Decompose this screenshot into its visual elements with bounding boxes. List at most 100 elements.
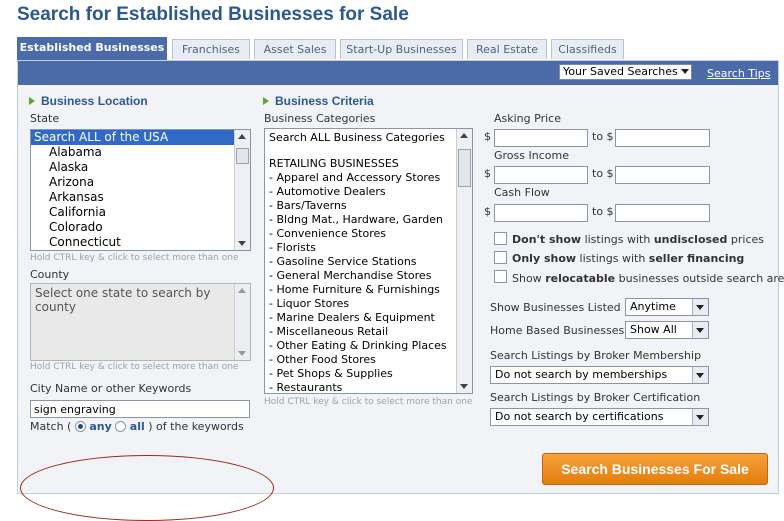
chevron-down-icon [692,322,708,338]
category-option[interactable]: - Bars/Taverns [265,199,472,213]
seller-financing-label[interactable]: Only show listings with seller financing [512,252,744,265]
category-option[interactable]: - Marine Dealers & Equipment [265,311,472,325]
category-option[interactable]: - Gasoline Service Stations [265,255,472,269]
search-businesses-button[interactable]: Search Businesses For Sale [542,453,768,485]
state-option[interactable]: Connecticut [31,235,250,250]
tab-real-estate[interactable]: Real Estate [467,39,547,59]
category-option[interactable]: Search ALL Business Categories [265,131,472,145]
saved-searches-select[interactable]: Your Saved Searches [559,64,692,80]
undisclosed-prices-label[interactable]: Don't show listings with undisclosed pri… [512,233,764,246]
business-criteria-heading: Business Criteria [263,94,374,108]
search-tips-link[interactable]: Search Tips [707,67,770,80]
relocatable-checkbox[interactable] [494,270,507,283]
business-location-heading-text: Business Location [41,94,148,108]
asking-price-max-input[interactable] [615,129,710,147]
asking-price-label: Asking Price [494,112,561,125]
county-scrollbar[interactable] [234,284,250,360]
listed-label: Show Businesses Listed [490,301,621,314]
state-listbox[interactable]: Search ALL of the USA Alabama Alaska Ari… [30,129,251,251]
keywords-input[interactable] [30,400,250,418]
match-all-label[interactable]: all [130,420,145,433]
state-option[interactable]: Colorado [31,220,250,235]
asking-price-min-input[interactable] [494,129,588,147]
listed-select[interactable]: Anytime [625,298,709,316]
state-option[interactable]: Alaska [31,160,250,175]
category-option[interactable]: - Pet Shops & Supplies [265,367,472,381]
scroll-thumb[interactable] [458,149,471,187]
match-any-label[interactable]: any [89,420,111,433]
scroll-thumb[interactable] [236,148,249,164]
categories-label: Business Categories [264,112,376,125]
match-prefix: Match ( [30,420,72,433]
listed-value: Anytime [630,300,676,313]
chevron-down-icon [692,367,708,383]
state-option[interactable]: Arizona [31,175,250,190]
undisclosed-prices-checkbox[interactable] [494,232,507,245]
state-scrollbar[interactable] [234,130,250,250]
tab-asset-sales[interactable]: Asset Sales [254,39,336,59]
certification-label: Search Listings by Broker Certification [490,391,701,404]
match-row: Match ( any all ) of the keywords [30,420,244,433]
tab-established-businesses[interactable]: Established Businesses [17,37,167,61]
category-option[interactable]: - Bldng Mat., Hardware, Garden [265,213,472,227]
category-option[interactable]: - Apparel and Accessory Stores [265,171,472,185]
home-based-select[interactable]: Show All [625,321,709,339]
scroll-up-icon [238,134,246,139]
category-option[interactable]: - Home Furniture & Furnishings [265,283,472,297]
chevron-down-icon [681,69,689,74]
seller-financing-checkbox[interactable] [494,251,507,264]
categories-listbox[interactable]: Search ALL Business Categories RETAILING… [264,128,473,394]
state-hint: Hold CTRL key & click to select more tha… [30,253,239,263]
to-label: to $ [592,130,614,143]
state-label: State [30,112,60,125]
home-based-value: Show All [630,323,677,336]
search-toolbar: Your Saved Searches Search Tips [18,61,778,85]
search-panel: Your Saved Searches Search Tips Business… [17,60,784,521]
county-listbox[interactable]: Select one state to search by county [30,283,251,361]
category-option[interactable]: - Miscellaneous Retail [265,325,472,339]
category-option[interactable]: - General Merchandise Stores [265,269,472,283]
business-criteria-heading-text: Business Criteria [275,94,374,108]
relocatable-label[interactable]: Show relocatable businesses outside sear… [512,272,784,285]
categories-scrollbar[interactable] [456,129,472,393]
chevron-down-icon [692,299,708,315]
tab-classifieds[interactable]: Classifieds [551,39,624,59]
county-hint: Hold CTRL key & click to select more tha… [30,362,239,372]
cash-flow-min-input[interactable] [494,204,588,222]
gross-income-max-input[interactable] [615,166,710,184]
certification-value: Do not search by certifications [495,410,664,423]
gross-income-min-input[interactable] [494,166,588,184]
match-any-radio[interactable] [74,421,86,432]
state-option[interactable]: Alabama [31,145,250,160]
match-all-radio[interactable] [115,421,127,432]
category-option[interactable]: - Automotive Dealers [265,185,472,199]
category-option[interactable]: - Florists [265,241,472,255]
category-option[interactable]: - Convenience Stores [265,227,472,241]
cash-flow-max-input[interactable] [615,204,710,222]
tab-start-up-businesses[interactable]: Start-Up Businesses [340,39,463,59]
category-option[interactable]: - Liquor Stores [265,297,472,311]
scroll-up-icon [238,288,246,293]
category-option[interactable]: - Other Eating & Drinking Places [265,339,472,353]
saved-searches-label: Your Saved Searches [563,65,678,78]
state-option[interactable]: California [31,205,250,220]
membership-value: Do not search by memberships [495,368,668,381]
scroll-up-icon [460,133,468,138]
scroll-down-icon [238,351,246,356]
currency-sign: $ [484,205,491,218]
home-based-label: Home Based Businesses [490,324,625,337]
category-option[interactable]: - Restaurants [265,381,472,393]
chevron-down-icon [692,409,708,425]
to-label: to $ [592,205,614,218]
state-option[interactable]: Search ALL of the USA [31,130,250,145]
category-option[interactable]: - Other Food Stores [265,353,472,367]
scroll-down-icon [460,384,468,389]
match-suffix: ) of the keywords [148,420,244,433]
membership-select[interactable]: Do not search by memberships [490,366,709,384]
certification-select[interactable]: Do not search by certifications [490,408,709,426]
county-placeholder: Select one state to search by county [35,286,211,314]
state-option[interactable]: Arkansas [31,190,250,205]
currency-sign: $ [484,130,491,143]
category-group[interactable]: RETAILING BUSINESSES [265,157,472,171]
tab-franchises[interactable]: Franchises [172,39,250,59]
